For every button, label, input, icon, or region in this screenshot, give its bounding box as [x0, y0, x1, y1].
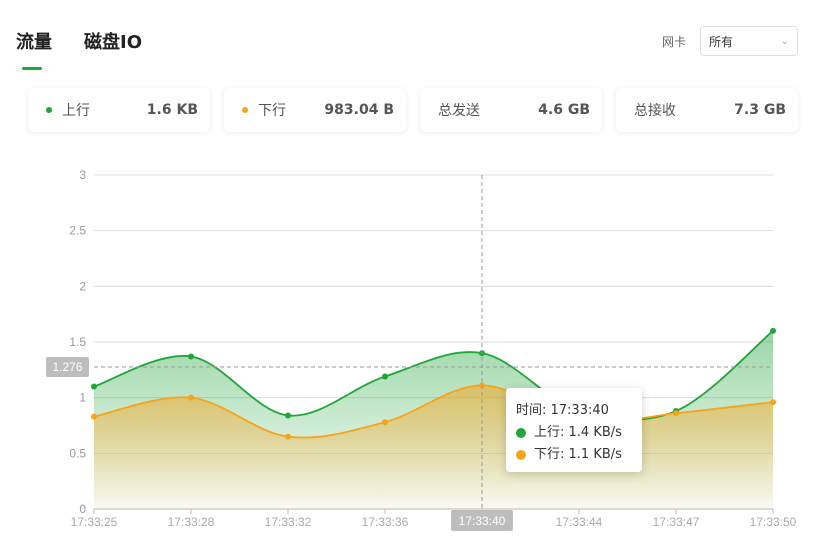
card-total-sent-value: 4.6 GB	[538, 102, 590, 118]
x-tick-label: 17:33:36	[362, 515, 409, 529]
x-tick-label: 17:33:32	[265, 515, 312, 529]
x-tick-label: 17:33:50	[750, 515, 797, 529]
card-total-received-label: 总接收	[634, 103, 676, 119]
tab-bar: 流量 磁盘IO	[16, 28, 142, 70]
y-tick-label: 0	[79, 502, 86, 516]
data-point	[770, 399, 776, 406]
tab-traffic[interactable]: 流量	[16, 28, 52, 70]
tooltip-up-text: 上行: 1.4 KB/s	[534, 425, 622, 440]
card-download: 下行 983.04 B	[224, 88, 406, 132]
y-tick-label: 1	[79, 391, 86, 405]
x-tick-label: 17:33:44	[556, 515, 603, 529]
series-area	[94, 385, 773, 509]
tooltip-down-text: 下行: 1.1 KB/s	[534, 447, 622, 462]
data-point	[673, 410, 679, 417]
tooltip-up-row: 上行: 1.4 KB/s	[516, 422, 632, 444]
nic-select[interactable]: 所有 ⌄	[700, 26, 798, 56]
tooltip-up-dot-icon	[516, 428, 526, 438]
card-download-value: 983.04 B	[324, 102, 394, 118]
data-point	[285, 412, 291, 419]
y-tick-label: 1.5	[69, 335, 86, 349]
x-tick-label: 17:33:47	[653, 515, 700, 529]
nic-select-value: 所有	[709, 34, 734, 49]
tooltip-down-dot-icon	[516, 450, 526, 460]
x-tick-label: 17:33:28	[168, 515, 215, 529]
card-upload: 上行 1.6 KB	[28, 88, 210, 132]
data-point	[382, 419, 388, 426]
card-total-sent: 总发送 4.6 GB	[420, 88, 602, 132]
y-tick-label: 2	[79, 279, 86, 293]
summary-cards: 上行 1.6 KB 下行 983.04 B 总发送 4.6 GB 总接收 7.3…	[28, 88, 798, 132]
data-point	[188, 394, 194, 401]
card-total-sent-label: 总发送	[438, 103, 480, 119]
y-tick-label: 3	[79, 168, 86, 182]
data-point	[285, 433, 291, 440]
x-tick-label: 17:33:25	[71, 515, 118, 529]
upload-dot-icon	[46, 107, 52, 113]
download-dot-icon	[242, 107, 248, 113]
chevron-down-icon: ⌄	[780, 35, 789, 47]
data-point	[188, 353, 194, 360]
data-point	[382, 373, 388, 380]
card-total-received: 总接收 7.3 GB	[616, 88, 798, 132]
y-tick-label: 2.5	[69, 224, 86, 238]
nic-selector-group: 网卡 所有 ⌄	[662, 26, 798, 56]
card-upload-label: 上行	[62, 103, 90, 119]
data-point	[91, 383, 97, 390]
crosshair-y-label: 1.276	[52, 360, 82, 374]
card-download-label: 下行	[258, 103, 286, 119]
crosshair-x-label: 17:33:40	[459, 514, 506, 528]
data-point	[770, 327, 776, 334]
y-tick-label: 0.5	[69, 446, 86, 460]
card-total-received-value: 7.3 GB	[734, 102, 786, 118]
traffic-chart[interactable]: 1.276 17:33:40 0 0.5 1 1.5 2 2.5 3 17:33:25 17:33…	[0, 160, 816, 546]
chart-tooltip: 时间: 17:33:40 上行: 1.4 KB/s 下行: 1.1 KB/s	[506, 388, 642, 472]
card-upload-value: 1.6 KB	[146, 102, 198, 118]
tab-disk-io[interactable]: 磁盘IO	[84, 28, 142, 54]
data-point	[91, 413, 97, 420]
tooltip-down-row: 下行: 1.1 KB/s	[516, 444, 632, 466]
nic-label: 网卡	[661, 34, 686, 49]
tooltip-time: 时间: 17:33:40	[516, 403, 609, 418]
